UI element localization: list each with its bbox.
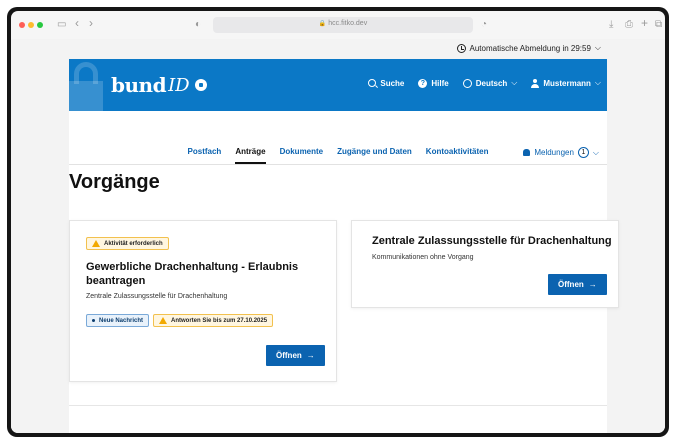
web-page: Automatische Abmeldung in 29:59 ⌵ bund I… [11,39,665,433]
warning-icon [92,240,100,247]
lock-icon: 🔒 [318,21,327,27]
tab-kontoaktivitaeten[interactable]: Kontoaktivitäten [426,143,489,164]
user-icon [531,78,540,88]
bell-icon [523,149,531,156]
zoom-window-button[interactable] [37,22,43,28]
case-authority: Zentrale Zulassungsstelle für Drachenhal… [86,293,228,300]
new-message-label: Neue Nachricht [99,317,144,324]
status-badge-label: Aktivität erforderlich [104,240,163,247]
tab-overview-icon[interactable]: ⧉ [655,18,662,32]
tab-dokumente[interactable]: Dokumente [280,143,324,164]
status-badge: Aktivität erforderlich [86,237,169,250]
notifications-count-badge: 1 [577,147,589,158]
auto-logout-text: Automatische Abmeldung in 29:59 [469,43,591,53]
share-icon[interactable]: ⎙ [625,18,633,32]
chevron-down-icon: ⌵ [594,43,601,52]
search-icon [368,79,377,87]
tab-antraege[interactable]: Anträge [235,143,266,164]
open-button[interactable]: Öffnen → [548,274,607,295]
logo-lock-icon [194,79,207,91]
session-bar: Automatische Abmeldung in 29:59 ⌵ [69,39,607,59]
arrow-right-icon: → [306,351,315,360]
notifications-button[interactable]: Meldungen 1 ⌵ [523,147,599,158]
address-bar[interactable]: 🔒 hcc.fitko.dev [213,17,473,33]
download-icon[interactable]: ⤓ [609,18,613,32]
arrow-right-icon: → [588,280,597,289]
communication-card: Zentrale Zulassungsstelle für Drachenhal… [351,220,619,308]
browser-toolbar: ▭ ‹ › ◐ 🔒 hcc.fitko.dev ◔ ⤓ ⎙ + ⧉ [11,11,665,39]
reader-icon[interactable]: ◔ [481,18,487,32]
close-window-button[interactable] [19,22,25,28]
clock-icon [456,43,466,53]
page-title: Vorgänge [69,171,160,193]
auto-logout-timer[interactable]: Automatische Abmeldung in 29:59 ⌵ [456,43,601,53]
open-button[interactable]: Öffnen → [266,345,325,366]
open-button-label: Öffnen [276,351,302,360]
dot-icon [92,319,95,322]
communication-subtitle: Kommunikationen ohne Vorgang [372,254,474,261]
header-nav: Suche ? Hilfe Deutsch ⌵ Mustermann ⌵ [368,78,601,88]
lock-watermark-icon [69,59,103,111]
chevron-down-icon: ⌵ [594,78,601,87]
case-card: Aktivität erforderlich Gewerbliche Drach… [69,220,337,382]
warning-icon [159,317,168,324]
screenshot-frame: ▭ ‹ › ◐ 🔒 hcc.fitko.dev ◔ ⤓ ⎙ + ⧉ Automat… [7,7,669,437]
language-label: Deutsch [475,78,508,88]
case-title: Gewerbliche Drachenhaltung - Erlaubnis b… [86,261,299,287]
user-name: Mustermann [543,78,591,88]
site-header: bund ID Suche ? Hilfe Deutsch ⌵ Musterma… [69,59,607,111]
logo-id-text: ID [168,74,190,96]
help-button[interactable]: ? Hilfe [418,78,449,88]
new-message-badge: Neue Nachricht [86,314,150,327]
minimize-window-button[interactable] [28,22,34,28]
deadline-label: Antworten Sie bis zum 27.10.2025 [171,317,268,324]
tab-zugaenge-und-daten[interactable]: Zugänge und Daten [337,143,412,164]
url-text: hcc.fitko.dev [328,20,368,27]
tab-postfach[interactable]: Postfach [188,143,222,164]
back-icon[interactable]: ‹ [75,16,79,30]
help-label: Hilfe [431,78,449,88]
logo-bund-text: bund [111,73,167,97]
chevron-down-icon: ⌵ [511,78,518,87]
search-label: Suche [380,78,405,88]
chevron-down-icon: ⌵ [592,147,599,157]
search-button[interactable]: Suche [368,79,404,88]
globe-icon [462,78,472,88]
open-button-label: Öffnen [558,280,584,289]
divider [69,405,607,406]
deadline-badge: Antworten Sie bis zum 27.10.2025 [153,314,274,327]
shield-icon[interactable]: ◐ [195,18,201,32]
communication-title: Zentrale Zulassungsstelle für Drachenhal… [372,235,612,247]
sidebar-icon[interactable]: ▭ [57,18,66,32]
help-icon: ? [418,78,428,88]
forward-icon[interactable]: › [89,16,93,30]
language-select[interactable]: Deutsch ⌵ [462,78,518,88]
left-gutter [11,39,69,433]
bundid-logo[interactable]: bund ID [111,73,207,97]
user-menu[interactable]: Mustermann ⌵ [531,78,601,88]
new-tab-icon[interactable]: + [641,16,648,30]
notifications-label: Meldungen [534,148,574,157]
